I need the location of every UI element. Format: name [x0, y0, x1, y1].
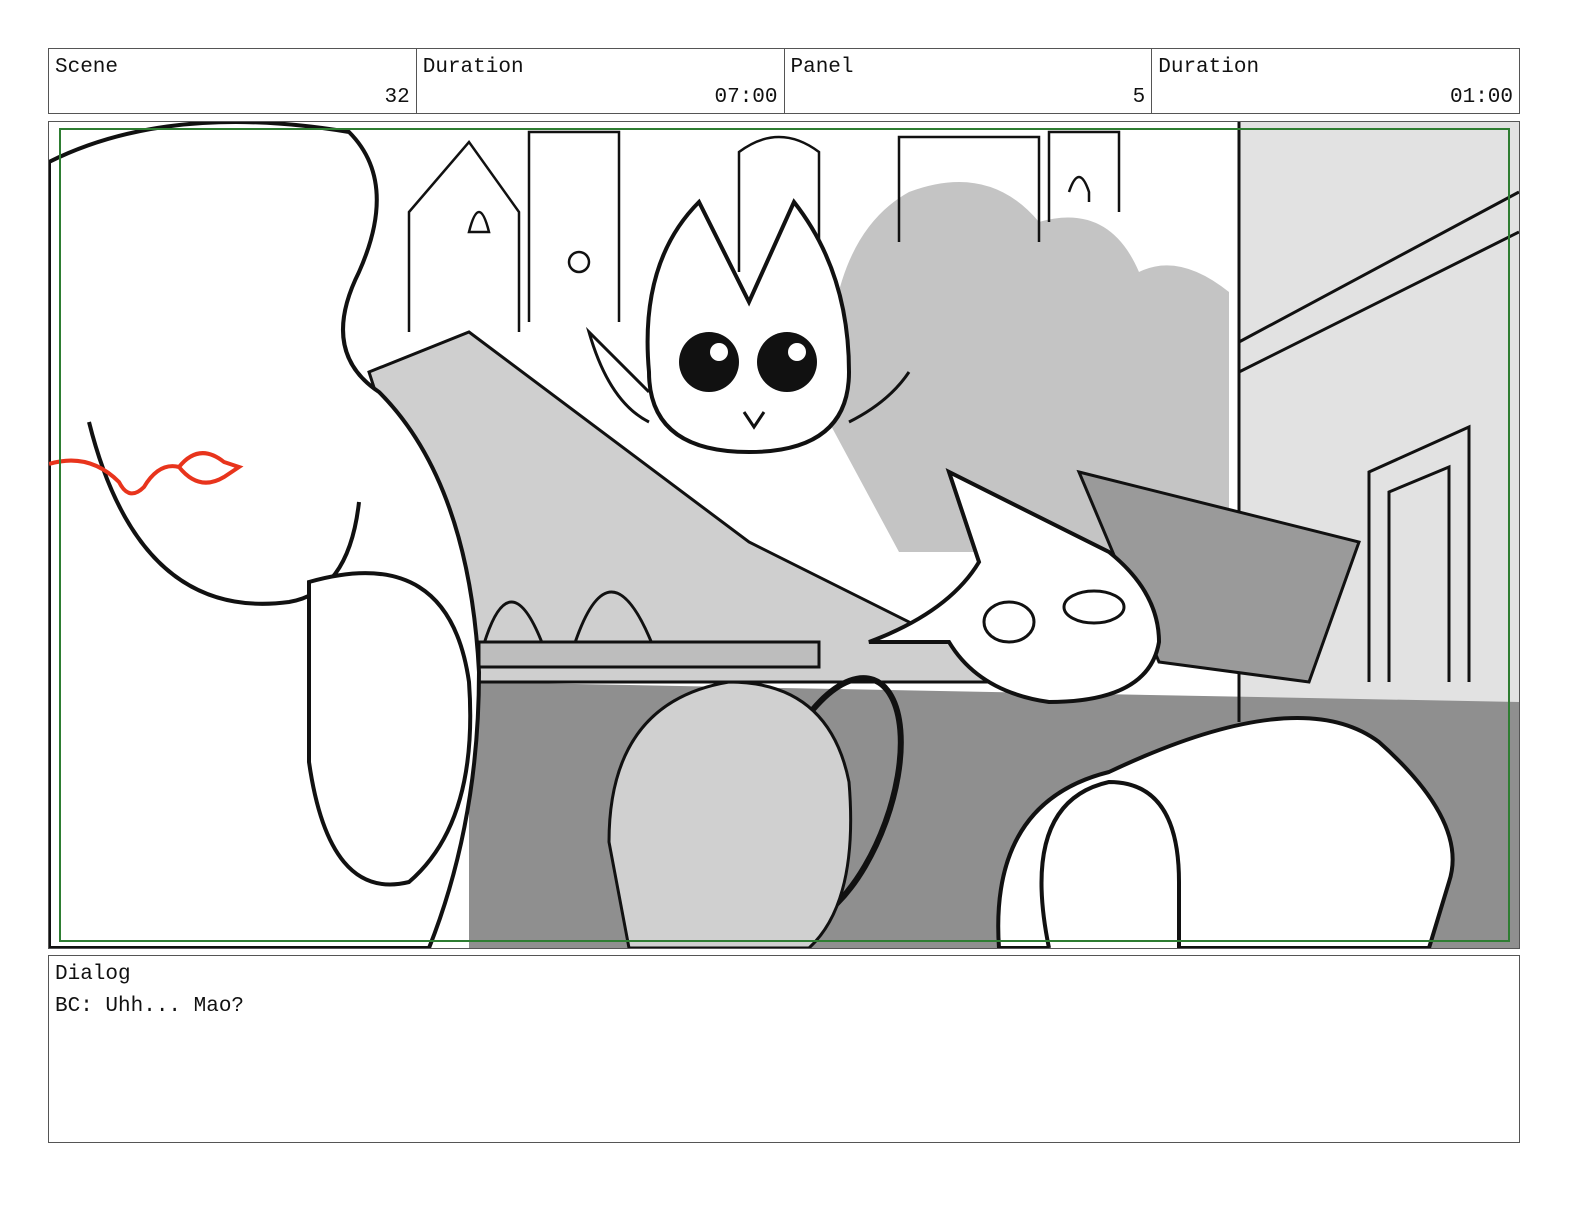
driver-right-eye	[1062, 589, 1126, 625]
storyboard-frame	[48, 121, 1520, 949]
driver-left-eye	[982, 600, 1036, 644]
scene-duration-value: 07:00	[714, 86, 778, 109]
car-headlight	[1039, 779, 1181, 948]
cat-left-wing	[585, 326, 651, 424]
cat-left-eye	[679, 332, 739, 392]
storyboard-sketch	[49, 122, 1519, 948]
panel-duration-label: Duration	[1158, 56, 1260, 79]
panel-cell: Panel 5	[785, 49, 1153, 113]
panel-number: 5	[1132, 86, 1146, 109]
bench	[477, 640, 821, 669]
dialog-text: BC: Uhh... Mao?	[55, 995, 245, 1018]
panel-duration-cell: Duration 01:00	[1152, 49, 1519, 113]
foreground-character-arm	[307, 571, 473, 887]
cat-right-eye	[757, 332, 817, 392]
scene-label: Scene	[55, 56, 119, 79]
scene-duration-label: Duration	[422, 56, 524, 79]
panel-duration-value: 01:00	[1449, 86, 1513, 109]
panel-label: Panel	[790, 56, 854, 79]
dialog-box: Dialog BC: Uhh... Mao?	[48, 955, 1520, 1143]
scene-duration-cell: Duration 07:00	[417, 49, 785, 113]
scene-cell: Scene 32	[49, 49, 417, 113]
dialog-label: Dialog	[55, 963, 131, 986]
panel-header: Scene 32 Duration 07:00 Panel 5 Duration…	[48, 48, 1520, 114]
scene-number: 32	[384, 86, 410, 109]
cat-character-head	[645, 198, 852, 455]
